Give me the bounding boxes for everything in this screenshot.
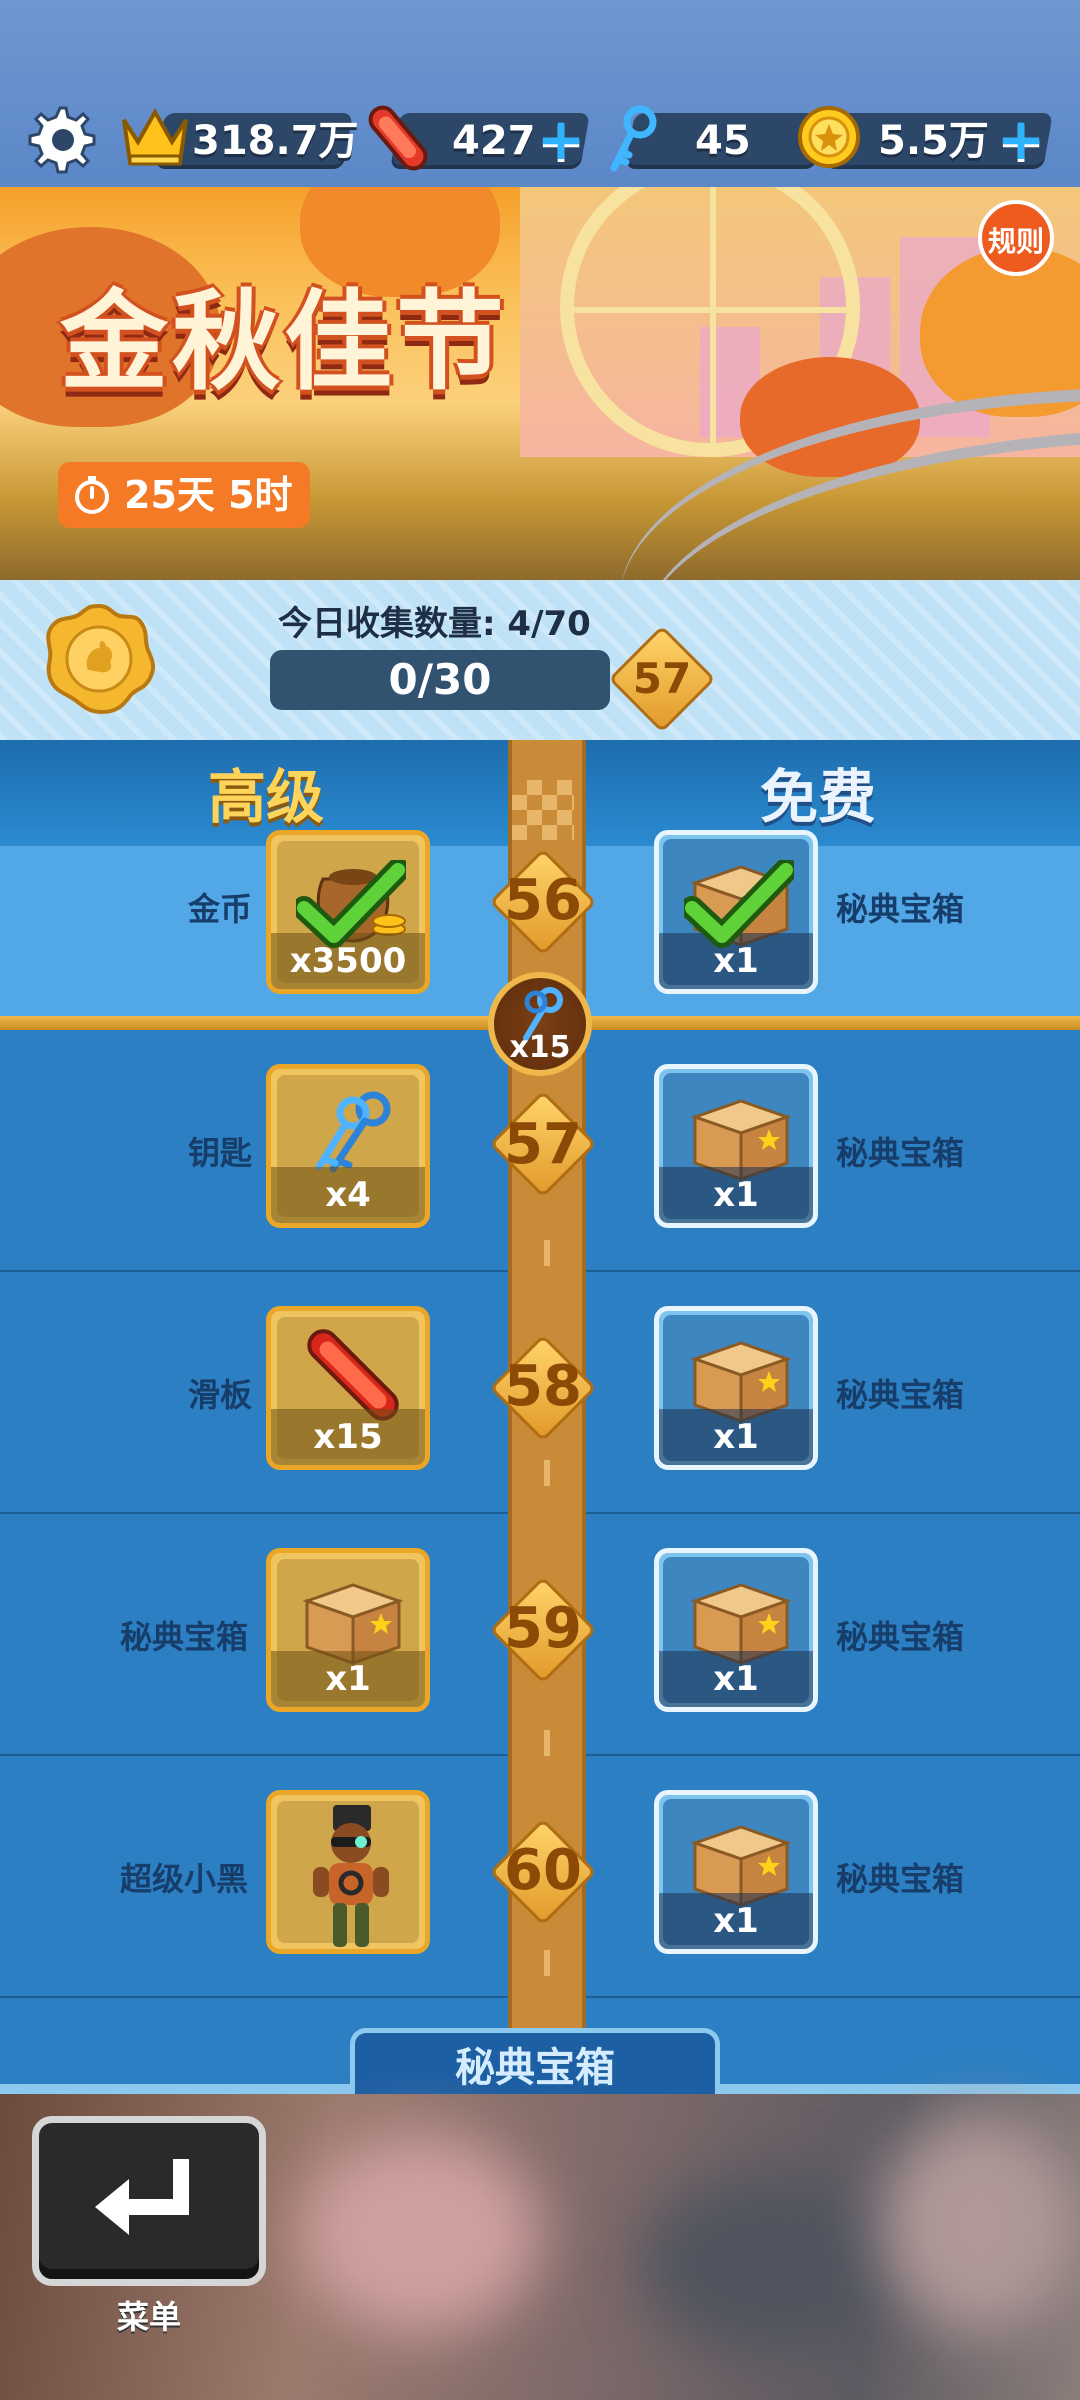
track-dash — [544, 1950, 550, 1976]
claimed-check-icon — [296, 860, 406, 948]
level-number: 57 — [504, 1112, 582, 1177]
free-reward-qty: x1 — [659, 1651, 813, 1707]
current-level-number: 57 — [632, 654, 692, 703]
free-reward-label: 秘典宝箱 — [836, 1376, 965, 1414]
event-title: 金秋佳节 — [60, 280, 509, 405]
coins-value: 5.5万 — [878, 118, 989, 164]
free-reward-qty: x1 — [659, 1409, 813, 1465]
rules-button[interactable]: 规则 — [978, 200, 1054, 276]
hoverboard-value: 427 — [452, 118, 536, 164]
add-hoverboards-button[interactable]: + — [536, 110, 586, 168]
free-column-title: 免费 — [759, 763, 876, 831]
premium-reward-qty: x1 — [271, 1651, 425, 1707]
timer-text: 25天 5时 — [124, 473, 293, 517]
mooncake-icon — [46, 603, 156, 715]
stopwatch-icon — [75, 476, 109, 514]
free-reward-label: 秘典宝箱 — [836, 1134, 965, 1172]
claimed-check-icon — [684, 860, 794, 948]
free-reward-label: 秘典宝箱 — [836, 1860, 965, 1898]
crown-icon — [122, 107, 188, 166]
level-number: 60 — [504, 1838, 582, 1903]
free-reward-card[interactable]: x1 — [654, 1548, 818, 1712]
track-dash — [544, 1240, 550, 1266]
premium-reward-card[interactable]: x15 — [266, 1306, 430, 1470]
footer-blur — [640, 2174, 900, 2354]
premium-reward-label: 滑板 — [188, 1376, 253, 1414]
return-arrow-icon — [95, 2159, 189, 2235]
free-reward-qty: x1 — [659, 1167, 813, 1223]
back-to-menu-button[interactable] — [32, 2116, 266, 2286]
premium-reward-card[interactable]: x1 — [266, 1548, 430, 1712]
free-reward-card[interactable]: x1 — [654, 1790, 818, 1954]
coin-icon — [798, 106, 860, 168]
premium-reward-label: 钥匙 — [188, 1134, 253, 1172]
premium-reward-qty: x4 — [271, 1167, 425, 1223]
track-checker-flag — [512, 780, 574, 840]
free-reward-card[interactable]: x1 — [654, 1064, 818, 1228]
daily-collection-label: 今日收集数量: 4/70 — [278, 604, 591, 644]
character-icon — [313, 1805, 389, 1947]
mystery-box-tab[interactable]: 秘典宝箱 — [350, 2028, 720, 2095]
key-icon — [610, 105, 657, 172]
footer-blur — [880, 2114, 1080, 2334]
settings-gear-icon[interactable] — [22, 102, 98, 178]
level-number: 58 — [504, 1354, 582, 1419]
hoverboard-icon — [368, 105, 428, 171]
level-number: 56 — [504, 868, 582, 933]
premium-reward-qty: x15 — [271, 1409, 425, 1465]
premium-column-title: 高级 — [207, 763, 324, 831]
add-coins-button[interactable]: + — [996, 110, 1046, 168]
free-reward-label: 秘典宝箱 — [836, 1618, 965, 1656]
collection-progress-bar: 0/30 — [270, 650, 610, 710]
keys-value: 45 — [695, 118, 751, 164]
footer-blur — [300, 2134, 540, 2334]
track-dash — [544, 1460, 550, 1486]
free-reward-label: 秘典宝箱 — [836, 890, 965, 928]
event-timer: 25天 5时 — [58, 462, 310, 528]
premium-reward-label: 金币 — [188, 890, 253, 928]
menu-label: 菜单 — [116, 2298, 181, 2336]
milestone-qty: x15 — [509, 1030, 571, 1065]
free-reward-card[interactable]: x1 — [654, 1306, 818, 1470]
premium-reward-card[interactable] — [266, 1790, 430, 1954]
premium-reward-label: 超级小黑 — [120, 1860, 249, 1898]
track-dash — [544, 1730, 550, 1756]
level-number: 59 — [504, 1596, 582, 1661]
milestone-key-reward[interactable]: x15 — [488, 972, 592, 1076]
free-reward-qty: x1 — [659, 1893, 813, 1949]
premium-reward-label: 秘典宝箱 — [120, 1618, 249, 1656]
trophy-value: 318.7万 — [192, 118, 359, 164]
premium-reward-card[interactable]: x4 — [266, 1064, 430, 1228]
